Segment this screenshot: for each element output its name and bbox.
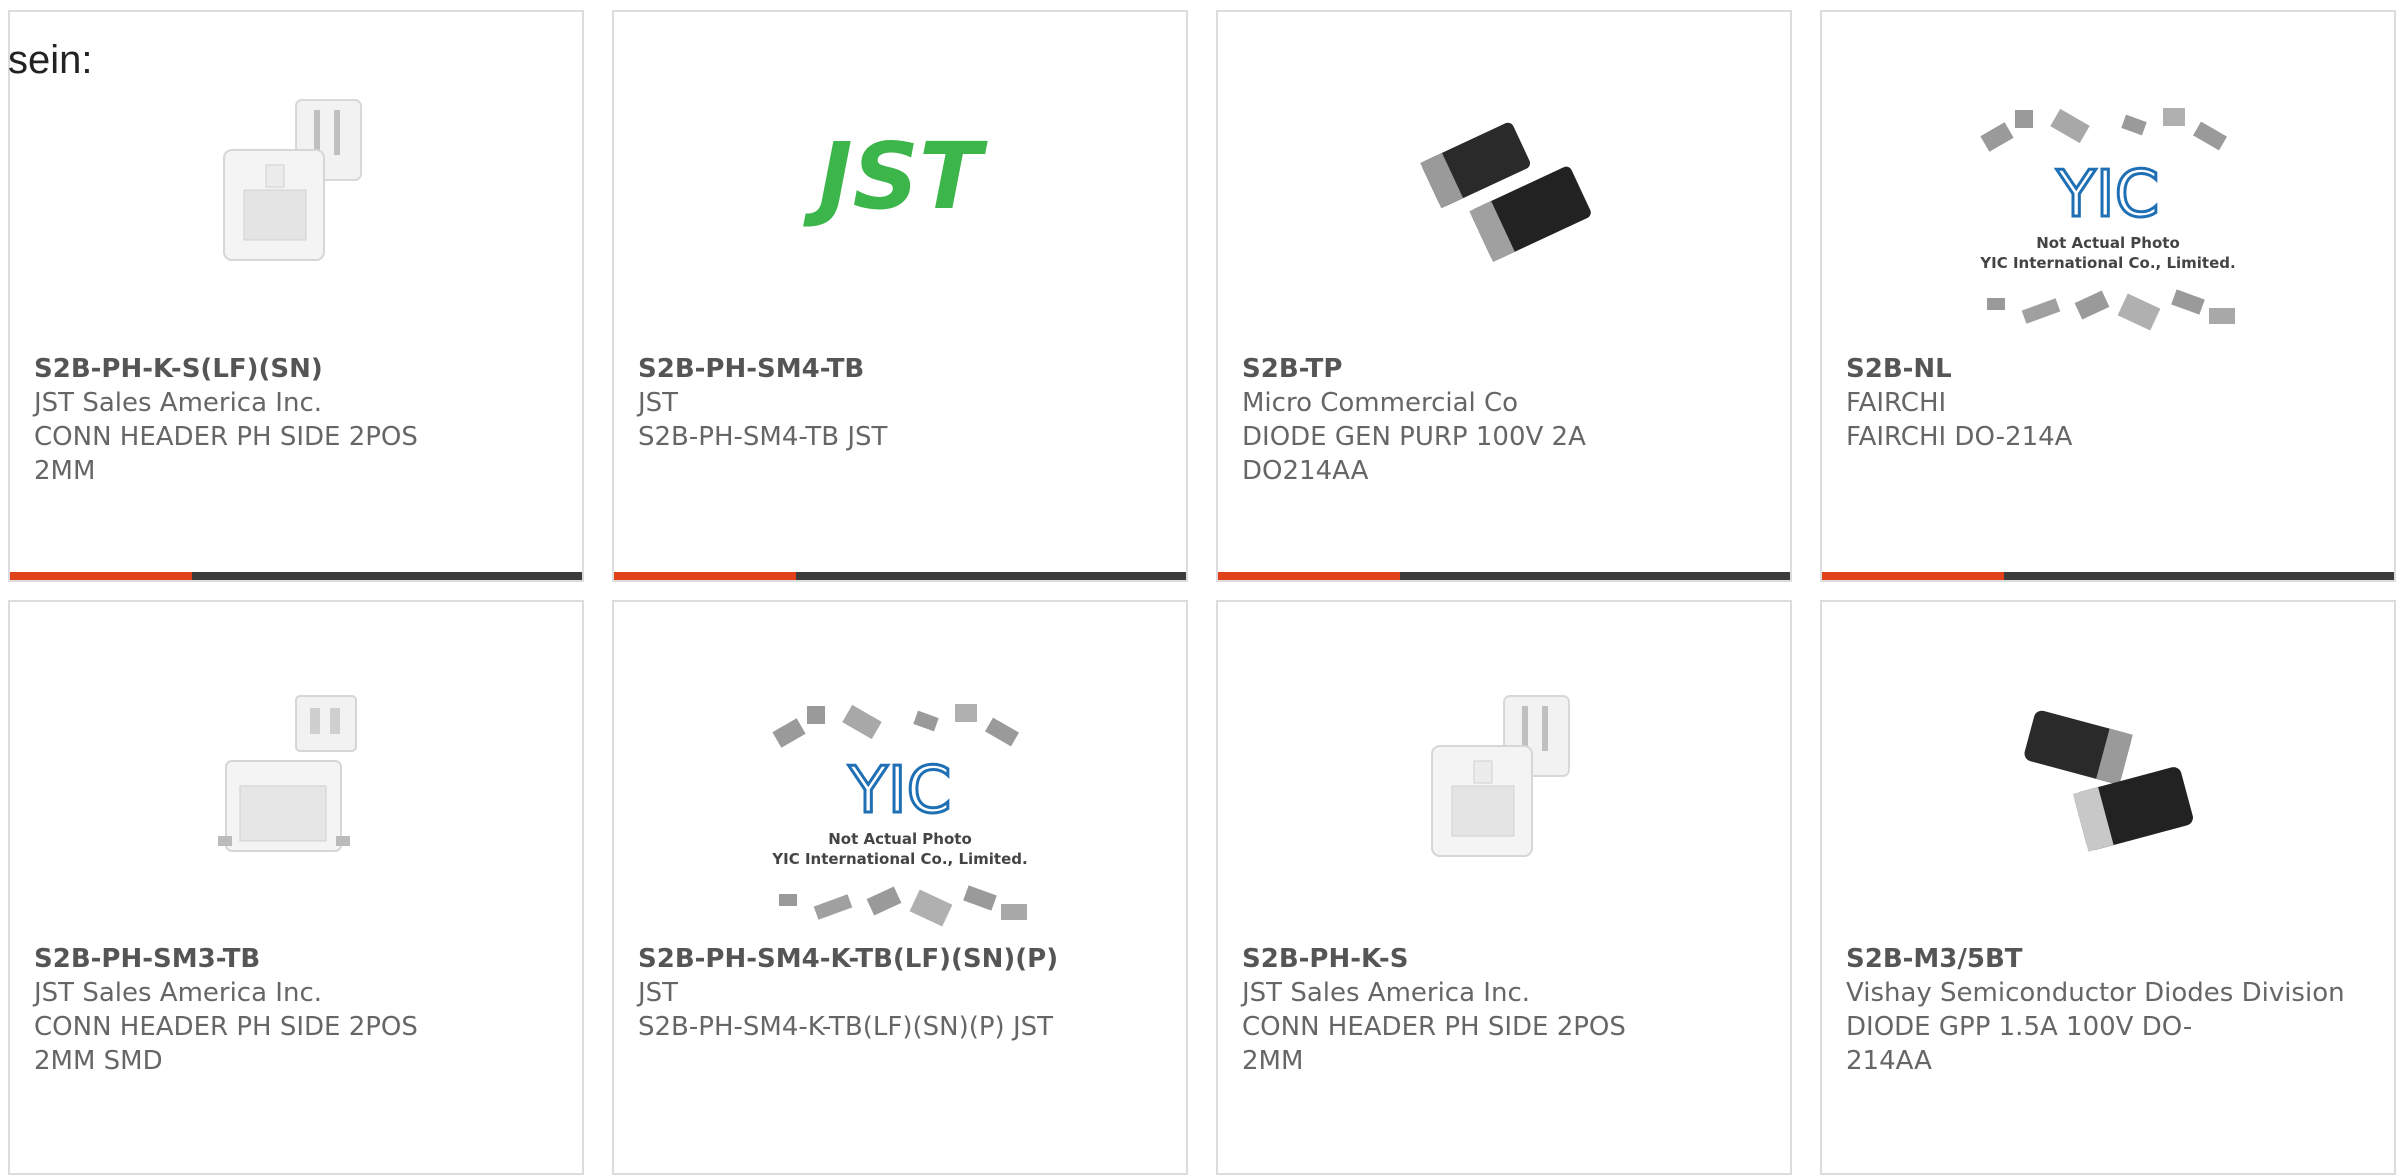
manufacturer: JST Sales America Inc. (34, 978, 323, 1008)
manufacturer: JST (638, 388, 679, 418)
manufacturer: Vishay Semiconductor Diodes Division (1846, 978, 2345, 1008)
card-footer-bar (1822, 572, 2394, 580)
card-footer-bar (1218, 572, 1790, 580)
product-card[interactable]: S2B-TP Micro Commercial Co DIODE GEN PUR… (1216, 10, 1792, 582)
description: CONN HEADER PH SIDE 2POS 2MM (34, 422, 418, 486)
part-number[interactable]: S2B-PH-SM4-K-TB(LF)(SN)(P) (638, 944, 1058, 974)
svg-text:YIC International Co., Limited: YIC International Co., Limited. (1979, 254, 2235, 272)
yic-logo: YIC (2056, 158, 2160, 232)
intro-text: sein: (8, 38, 93, 82)
manufacturer: JST Sales America Inc. (1242, 978, 1531, 1008)
part-number[interactable]: S2B-TP (1242, 354, 1342, 384)
manufacturer: JST Sales America Inc. (34, 388, 323, 418)
part-number[interactable]: S2B-PH-K-S (1242, 944, 1408, 974)
manufacturer: JST (638, 978, 679, 1008)
part-number[interactable]: S2B-PH-SM3-TB (34, 944, 260, 974)
connector-smd-icon (196, 676, 396, 876)
product-card[interactable]: YIC Not Actual Photo YIC International C… (1820, 10, 2396, 582)
description: DIODE GEN PURP 100V 2A DO214AA (1242, 422, 1586, 486)
description: CONN HEADER PH SIDE 2POS 2MM (1242, 1012, 1626, 1076)
connector-header-icon (1404, 676, 1604, 876)
jst-logo: JST (790, 80, 1010, 280)
svg-text:Not Actual Photo: Not Actual Photo (2036, 234, 2180, 252)
description: FAIRCHI DO-214A (1846, 422, 2073, 452)
product-card[interactable]: YIC Not Actual Photo YIC International C… (612, 600, 1188, 1175)
description: CONN HEADER PH SIDE 2POS 2MM SMD (34, 1012, 418, 1076)
diode-smd-icon (1404, 80, 1604, 280)
product-card[interactable]: JST S2B-PH-SM4-TB JST S2B-PH-SM4-TB JST (612, 10, 1188, 582)
product-card[interactable]: S2B-M3/5BT Vishay Semiconductor Diodes D… (1820, 600, 2396, 1175)
product-card[interactable]: S2B-PH-K-S(LF)(SN) JST Sales America Inc… (8, 10, 584, 582)
description: DIODE GPP 1.5A 100V DO-214AA (1846, 1012, 2193, 1076)
part-number[interactable]: S2B-NL (1846, 354, 1952, 384)
product-card[interactable]: S2B-PH-K-S JST Sales America Inc. CONN H… (1216, 600, 1792, 1175)
yic-logo: YIC (848, 754, 952, 828)
svg-text:JST: JST (802, 123, 987, 230)
svg-text:Not Actual Photo: Not Actual Photo (828, 830, 972, 848)
diode-smd-icon (2008, 676, 2208, 876)
part-number[interactable]: S2B-PH-K-S(LF)(SN) (34, 354, 323, 384)
description: S2B-PH-SM4-K-TB(LF)(SN)(P) JST (638, 1012, 1054, 1042)
product-card[interactable]: S2B-PH-SM3-TB JST Sales America Inc. CON… (8, 600, 584, 1175)
part-number[interactable]: S2B-PH-SM4-TB (638, 354, 864, 384)
description: S2B-PH-SM4-TB JST (638, 422, 888, 452)
svg-text:YIC International Co., Limited: YIC International Co., Limited. (771, 850, 1027, 868)
yic-placeholder-image: YIC Not Actual Photo YIC International C… (765, 694, 1035, 942)
manufacturer: FAIRCHI (1846, 388, 1947, 418)
card-footer-bar (614, 572, 1186, 580)
connector-header-icon (196, 80, 396, 280)
card-footer-bar (10, 572, 582, 580)
part-number[interactable]: S2B-M3/5BT (1846, 944, 2023, 974)
manufacturer: Micro Commercial Co (1242, 388, 1519, 418)
yic-placeholder-image: YIC Not Actual Photo YIC International C… (1973, 98, 2243, 346)
